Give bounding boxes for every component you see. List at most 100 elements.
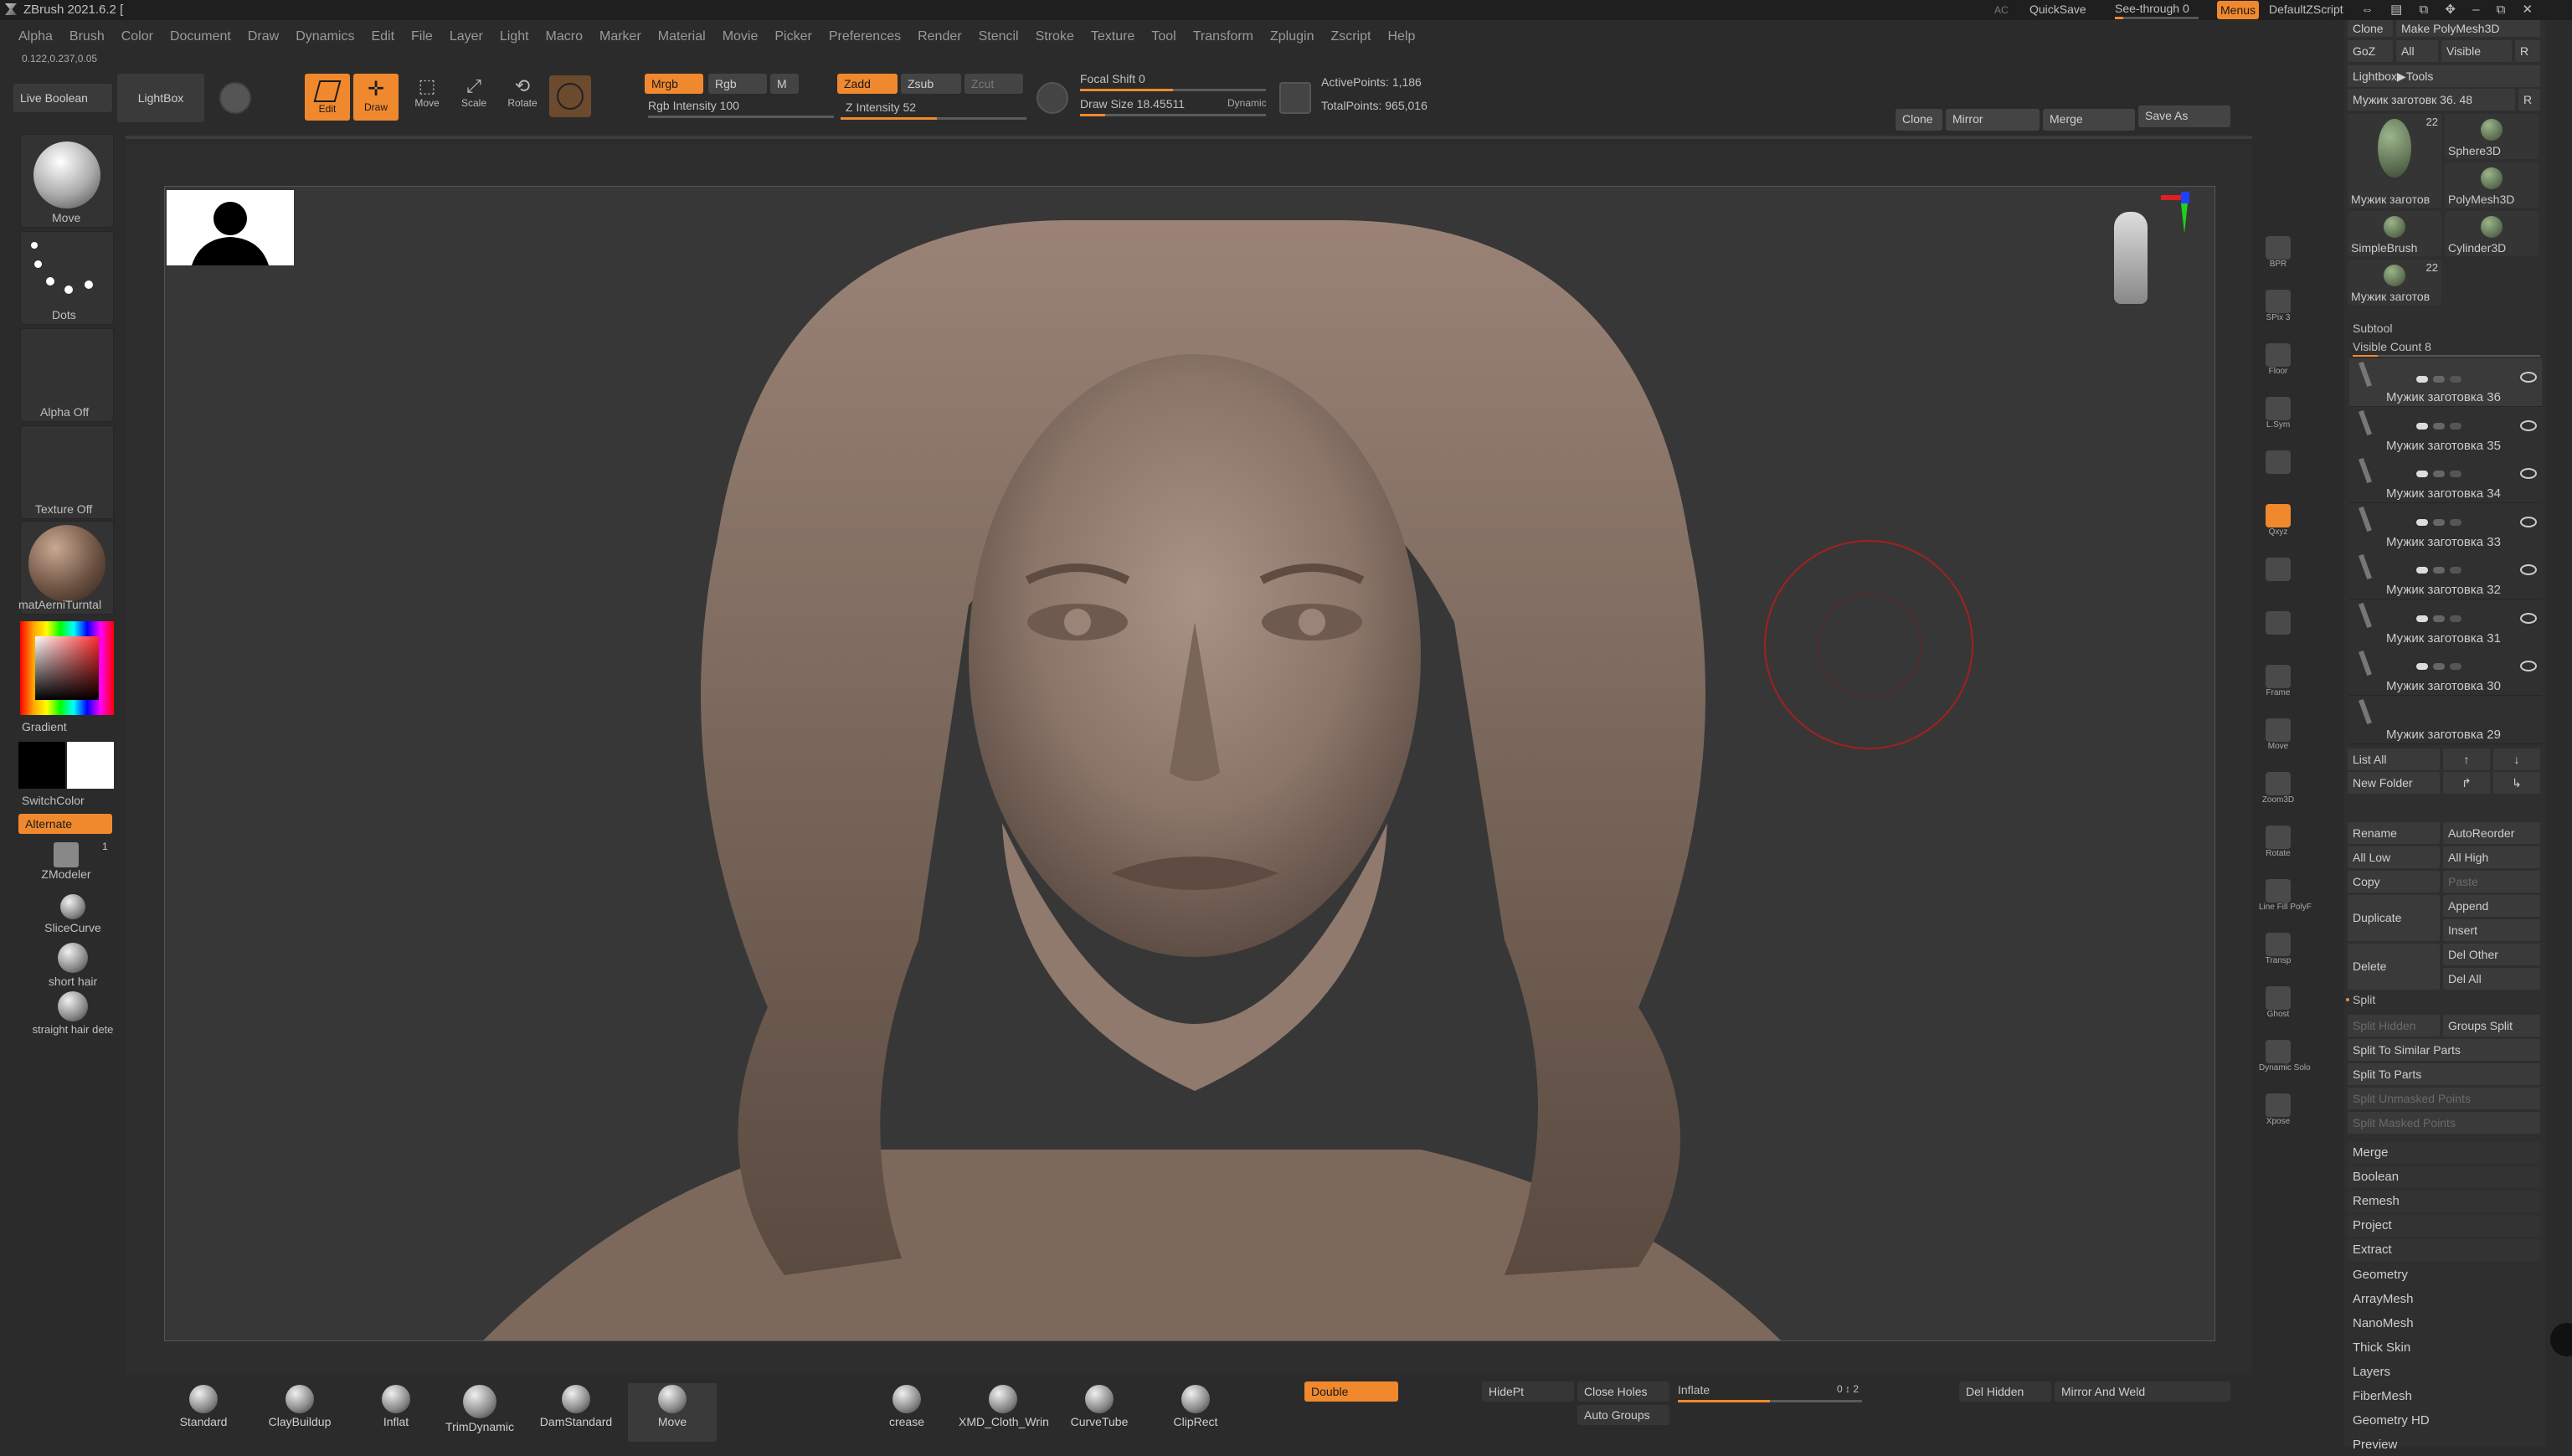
section-thick-skin[interactable]: Thick Skin <box>2348 1337 2540 1359</box>
tool-thumb-2[interactable]: PolyMesh3D <box>2445 162 2539 208</box>
section-geometry[interactable]: Geometry <box>2348 1264 2540 1286</box>
spotlight-icon[interactable] <box>219 82 251 114</box>
brush-crease[interactable]: crease <box>862 1383 951 1442</box>
visible-count[interactable]: Visible Count 8 <box>2353 340 2431 353</box>
menu-document[interactable]: Document <box>170 25 231 49</box>
menu-alpha[interactable]: Alpha <box>18 25 53 49</box>
brush-curvetube[interactable]: CurveTube <box>1055 1383 1144 1442</box>
brush-xmd-cloth-wrin[interactable]: XMD_Cloth_Wrin <box>959 1383 1049 1442</box>
tool-thumb-4[interactable]: Cylinder3D <box>2445 211 2539 256</box>
menu-draw[interactable]: Draw <box>248 25 279 49</box>
secondary-color-swatch[interactable] <box>67 742 114 789</box>
subtool-toggles[interactable] <box>2416 563 2500 574</box>
clone-button[interactable]: Clone <box>1896 109 1942 131</box>
strip-button-0[interactable]: BPR <box>2259 234 2297 280</box>
menu-brush[interactable]: Brush <box>69 25 105 49</box>
split-hidden-button[interactable]: Split Hidden <box>2348 1015 2440 1037</box>
all-high-button[interactable]: All High <box>2443 846 2540 868</box>
alternate-button[interactable]: Alternate <box>18 814 112 834</box>
strip-button-12[interactable]: Line Fill PolyF <box>2259 877 2312 923</box>
paste-button[interactable]: Paste <box>2443 871 2540 893</box>
menu-transform[interactable]: Transform <box>1193 25 1253 49</box>
brush-cliprect[interactable]: ClipRect <box>1151 1383 1240 1442</box>
menu-file[interactable]: File <box>411 25 433 49</box>
clone-tool-button[interactable]: Clone <box>2348 20 2393 37</box>
current-tool-r-button[interactable]: R <box>2518 89 2540 111</box>
strip-button-16[interactable]: Xpose <box>2259 1092 2297 1137</box>
switchcolor-button[interactable]: SwitchColor <box>22 794 85 807</box>
mrgb-button[interactable]: Mrgb <box>645 74 703 94</box>
rgb-button[interactable]: Rgb <box>708 74 767 94</box>
z-intensity-bar[interactable] <box>841 117 1026 120</box>
m-button[interactable]: M <box>770 74 799 94</box>
gradient-label[interactable]: Gradient <box>22 720 67 733</box>
visible-button[interactable]: Visible <box>2441 40 2512 62</box>
strip-button-10[interactable]: Zoom3D <box>2259 770 2297 815</box>
eye-icon[interactable] <box>2520 468 2537 479</box>
reference-thumbnail[interactable] <box>167 190 294 265</box>
live-boolean-button[interactable]: Live Boolean <box>13 84 112 112</box>
subtool-header[interactable]: Subtool <box>2353 322 2392 335</box>
subtool-toggles[interactable] <box>2416 515 2500 526</box>
rgb-intensity-slider[interactable]: Rgb Intensity 100 <box>648 99 739 112</box>
subtool-toggles[interactable] <box>2416 659 2500 670</box>
all-low-button[interactable]: All Low <box>2348 846 2440 868</box>
subtool-toggles[interactable] <box>2416 372 2500 383</box>
strip-button-9[interactable]: Move <box>2259 717 2297 762</box>
zadd-button[interactable]: Zadd <box>837 74 898 94</box>
primary-color-swatch[interactable] <box>18 742 65 789</box>
dynamic-button[interactable]: Dynamic <box>1227 97 1267 109</box>
visible-count-bar[interactable] <box>2353 355 2540 357</box>
subtool-row[interactable]: Мужик заготовка 33 <box>2349 502 2542 552</box>
inflate-slider[interactable]: Inflate <box>1678 1383 1710 1397</box>
menu-dynamics[interactable]: Dynamics <box>296 25 354 49</box>
section-remesh[interactable]: Remesh <box>2348 1191 2540 1212</box>
rename-button[interactable]: Rename <box>2348 822 2440 844</box>
eye-icon[interactable] <box>2520 372 2537 383</box>
mirror-button[interactable]: Mirror <box>1946 109 2040 131</box>
menu-macro[interactable]: Macro <box>546 25 583 49</box>
split-similar-button[interactable]: Split To Similar Parts <box>2348 1039 2540 1061</box>
strip-button-14[interactable]: Ghost <box>2259 985 2297 1030</box>
arrow-up-button[interactable]: ↑ <box>2443 749 2490 770</box>
double-button[interactable]: Double <box>1304 1381 1398 1402</box>
goz-button[interactable]: GoZ <box>2348 40 2393 62</box>
menu-render[interactable]: Render <box>918 25 961 49</box>
arrow-down-button[interactable]: ↓ <box>2493 749 2540 770</box>
lightbox-tools-button[interactable]: Lightbox▶Tools <box>2348 65 2540 87</box>
draw-button[interactable]: ✛ Draw <box>353 74 399 121</box>
strip-button-1[interactable]: SPix 3 <box>2259 288 2297 333</box>
subtool-row[interactable]: Мужик заготовка 35 <box>2349 406 2542 455</box>
subtool-row[interactable]: Мужик заготовка 30 <box>2349 647 2542 696</box>
tool-thumb-1[interactable]: Sphere3D <box>2445 114 2539 159</box>
menu-movie[interactable]: Movie <box>723 25 759 49</box>
draw-size-slider[interactable]: Draw Size 18.45511 <box>1080 97 1185 111</box>
all-button[interactable]: All <box>2396 40 2438 62</box>
menu-zscript[interactable]: Zscript <box>1330 25 1371 49</box>
menu-marker[interactable]: Marker <box>599 25 641 49</box>
menu-help[interactable]: Help <box>1387 25 1415 49</box>
quicksave-button[interactable]: QuickSave <box>2029 3 2086 16</box>
section-fibermesh[interactable]: FiberMesh <box>2348 1386 2540 1407</box>
navigation-head-icon[interactable] <box>2114 212 2148 304</box>
focal-shift-bar[interactable] <box>1080 89 1266 91</box>
zsub-button[interactable]: Zsub <box>901 74 961 94</box>
section-merge[interactable]: Merge <box>2348 1142 2540 1164</box>
subtool-toggles[interactable] <box>2416 466 2500 477</box>
split-unmasked-button[interactable]: Split Unmasked Points <box>2348 1088 2540 1109</box>
strip-button-8[interactable]: Frame <box>2259 663 2297 708</box>
close-holes-button[interactable]: Close Holes <box>1577 1381 1669 1402</box>
strip-button-11[interactable]: Rotate <box>2259 824 2297 869</box>
subtool-row[interactable]: Мужик заготовка 29 <box>2349 695 2542 744</box>
subtool-row[interactable]: Мужик заготовка 36 <box>2349 358 2542 407</box>
menu-preferences[interactable]: Preferences <box>829 25 901 49</box>
section-geometry-hd[interactable]: Geometry HD <box>2348 1410 2540 1432</box>
canvas[interactable] <box>164 186 2215 1341</box>
merge-button[interactable]: Merge <box>2043 109 2135 131</box>
menu-material[interactable]: Material <box>658 25 706 49</box>
tool-thumb-3[interactable]: SimpleBrush <box>2348 211 2441 256</box>
tool-thumb-5[interactable]: Мужик заготов 22 <box>2348 260 2441 305</box>
del-hidden-button[interactable]: Del Hidden <box>1959 1381 2051 1402</box>
strip-button-13[interactable]: Transp <box>2259 931 2297 976</box>
auto-groups-button[interactable]: Auto Groups <box>1577 1405 1669 1425</box>
